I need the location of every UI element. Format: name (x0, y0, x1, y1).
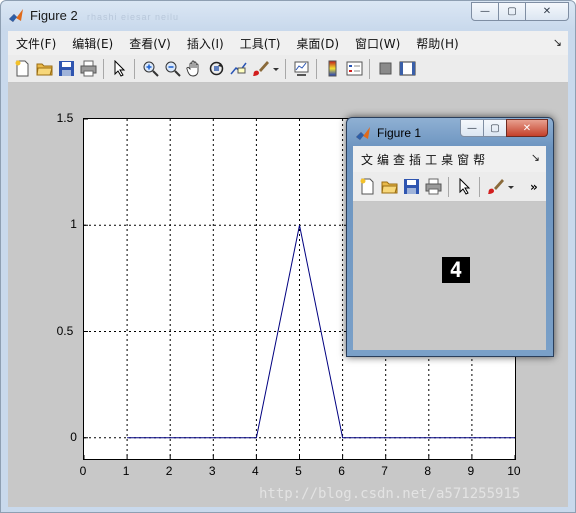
caption-buttons: — ▢ ✕ (471, 2, 569, 21)
figure-1-client: 文 编 查 插 工 桌 窗 帮 ↘ » 4 (353, 146, 546, 350)
x-tick-label: 0 (79, 464, 87, 478)
menubar: 文 编 查 插 工 桌 窗 帮 ↘ (353, 146, 546, 172)
menu-file[interactable]: 文 (353, 151, 375, 168)
x-tick-label: 3 (208, 464, 216, 478)
menu-window[interactable]: 窗 (455, 151, 471, 168)
dropdown-arrow-icon[interactable] (272, 59, 280, 79)
data-cursor-icon[interactable] (228, 59, 248, 79)
maximize-icon: ▢ (507, 6, 517, 17)
print-icon[interactable] (423, 177, 443, 197)
minimize-button[interactable]: — (471, 2, 499, 21)
close-icon: ✕ (542, 6, 552, 17)
save-icon[interactable] (401, 177, 421, 197)
menu-overflow-icon[interactable]: ↘ (553, 36, 562, 49)
y-tick-label: 0 (70, 429, 77, 444)
dropdown-arrow-icon[interactable] (507, 177, 515, 197)
window-title: Figure 1 (377, 126, 422, 140)
zoom-out-icon[interactable] (162, 59, 182, 79)
menu-file[interactable]: 文件(F) (8, 35, 64, 52)
x-tick-label: 1 (122, 464, 130, 478)
menubar: 文件(F) 编辑(E) 查看(V) 插入(I) 工具(T) 桌面(D) 窗口(W… (8, 31, 568, 55)
y-tick-label: 1.5 (56, 111, 74, 125)
menu-desktop[interactable]: 桌 (439, 151, 455, 168)
open-folder-icon[interactable] (379, 177, 399, 197)
y-tick-label: 0.5 (56, 323, 74, 338)
new-file-icon[interactable] (357, 177, 377, 197)
toolbar-separator (369, 58, 370, 79)
close-button[interactable]: ✕ (506, 119, 548, 137)
figure-1-titlebar[interactable]: Figure 1 — ▢ ✕ (347, 118, 553, 146)
minimize-button[interactable]: — (460, 119, 484, 137)
window-title: Figure 2 (30, 8, 78, 23)
menu-edit[interactable]: 编辑(E) (64, 35, 121, 52)
matlab-logo-icon (8, 8, 24, 24)
zoom-in-icon[interactable] (140, 59, 160, 79)
menu-insert[interactable]: 插 (407, 151, 423, 168)
menu-overflow-icon[interactable]: ↘ (531, 151, 540, 164)
menu-window[interactable]: 窗口(W) (347, 35, 408, 52)
x-tick-label: 8 (424, 464, 432, 478)
x-tick-label: 6 (338, 464, 345, 478)
x-tick-label: 9 (467, 464, 475, 478)
link-plot-icon[interactable] (291, 59, 311, 79)
figure-content-text: 4 (442, 257, 470, 283)
menu-help[interactable]: 帮助(H) (408, 35, 466, 52)
x-tick-label: 4 (252, 464, 259, 478)
menu-desktop[interactable]: 桌面(D) (288, 35, 347, 52)
menu-tools[interactable]: 工具(T) (232, 35, 289, 52)
menu-view[interactable]: 查看(V) (121, 35, 179, 52)
menu-view[interactable]: 查 (391, 151, 407, 168)
open-folder-icon[interactable] (34, 59, 54, 79)
hide-plot-tools-icon[interactable] (375, 59, 395, 79)
x-tick-label: 5 (295, 464, 302, 478)
legend-icon[interactable] (344, 59, 364, 79)
print-icon[interactable] (78, 59, 98, 79)
toolbar (8, 55, 568, 83)
menu-insert[interactable]: 插入(I) (179, 35, 232, 52)
menu-tools[interactable]: 工 (423, 151, 439, 168)
show-plot-tools-icon[interactable] (397, 59, 417, 79)
rotate-3d-icon[interactable] (206, 59, 226, 79)
toolbar-overflow-icon[interactable]: » (530, 180, 538, 194)
menu-help[interactable]: 帮 (471, 151, 487, 168)
toolbar: » (353, 172, 546, 202)
colorbar-icon[interactable] (322, 59, 342, 79)
y-tick-label: 1 (70, 217, 77, 232)
brush-icon[interactable] (250, 59, 270, 79)
close-button[interactable]: ✕ (525, 2, 569, 21)
maximize-button[interactable]: ▢ (483, 119, 507, 137)
x-tick-label: 10 (507, 464, 521, 478)
minimize-icon: — (467, 122, 477, 134)
watermark: http://blog.csdn.net/a571255915 (259, 486, 521, 502)
minimize-icon: — (480, 6, 490, 17)
x-tick-label: 7 (381, 464, 388, 478)
pan-hand-icon[interactable] (184, 59, 204, 79)
caption-buttons: — ▢ ✕ (460, 119, 548, 137)
title-ghost-text: rhashi eiesar neilu (87, 12, 180, 22)
matlab-logo-icon (355, 126, 371, 142)
toolbar-separator (479, 176, 480, 197)
toolbar-separator (134, 58, 135, 79)
toolbar-separator (285, 58, 286, 79)
toolbar-separator (448, 176, 449, 197)
figure-1-window[interactable]: Figure 1 — ▢ ✕ 文 编 查 插 工 桌 窗 帮 ↘ » 4 (346, 117, 554, 357)
close-icon: ✕ (522, 122, 532, 134)
figure-2-titlebar[interactable]: Figure 2 rhashi eiesar neilu — ▢ ✕ (1, 1, 575, 29)
new-file-icon[interactable] (12, 59, 32, 79)
save-icon[interactable] (56, 59, 76, 79)
maximize-icon: ▢ (490, 122, 500, 134)
brush-icon[interactable] (485, 177, 505, 197)
pointer-icon[interactable] (109, 59, 129, 79)
menu-edit[interactable]: 编 (375, 151, 391, 168)
pointer-icon[interactable] (454, 177, 474, 197)
maximize-button[interactable]: ▢ (498, 2, 526, 21)
x-tick-label: 2 (165, 464, 173, 478)
toolbar-separator (103, 58, 104, 79)
toolbar-separator (316, 58, 317, 79)
